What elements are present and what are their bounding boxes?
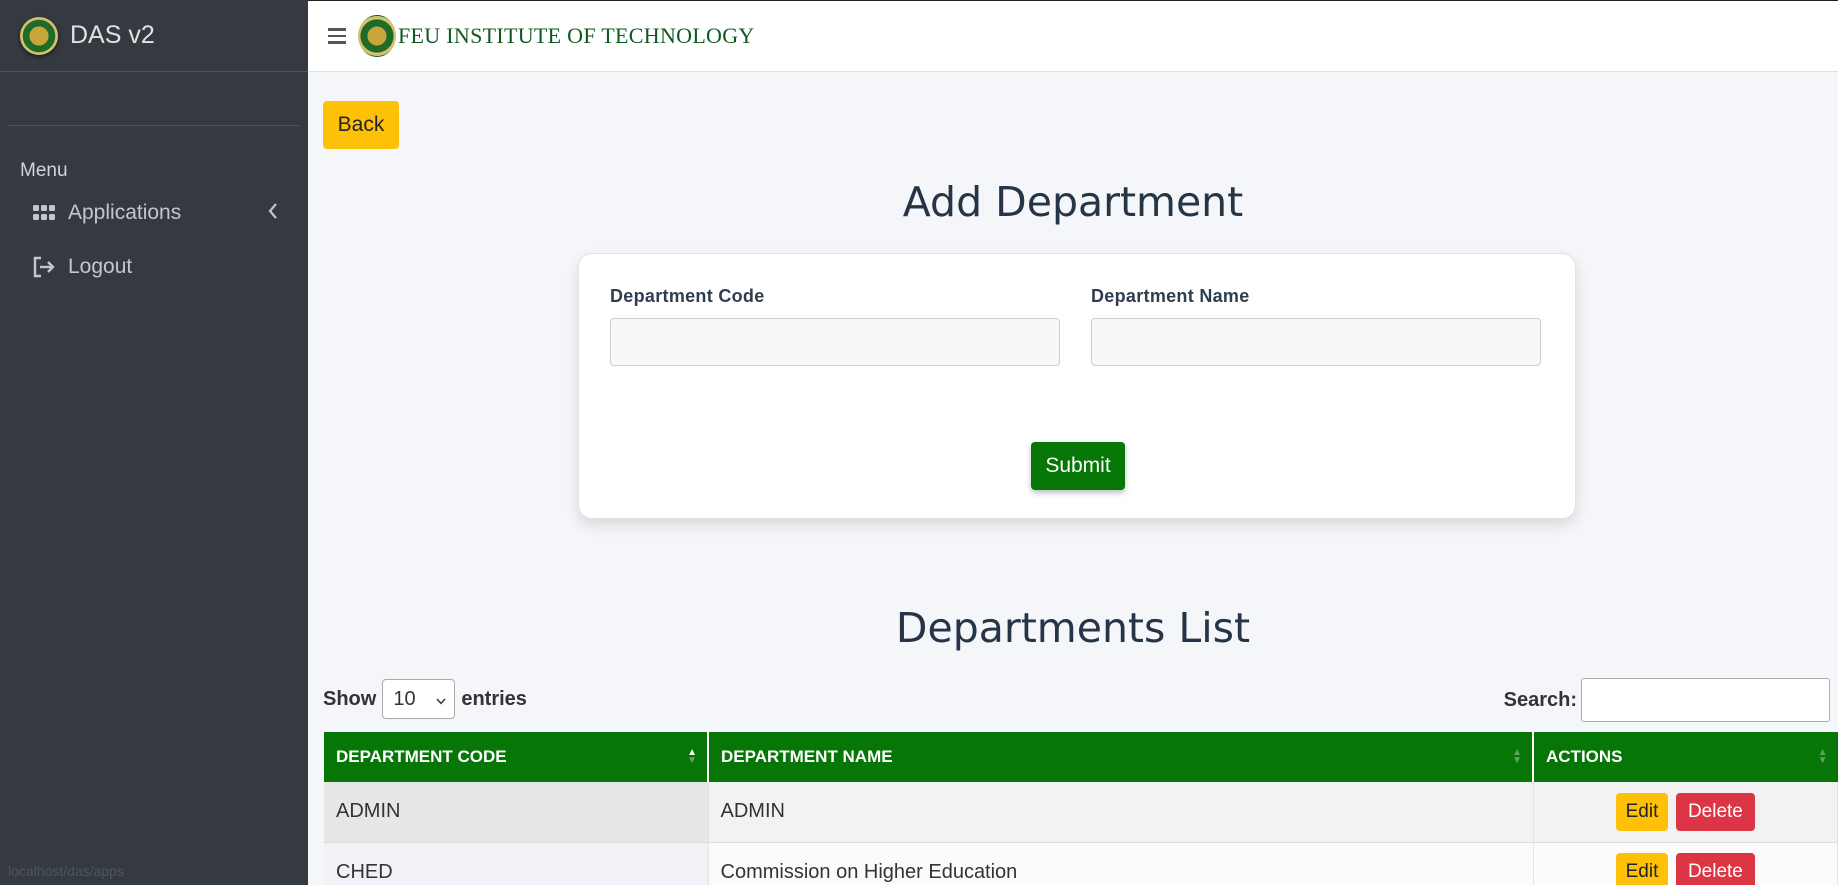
department-name-input[interactable] xyxy=(1091,318,1541,366)
delete-button[interactable]: Delete xyxy=(1675,853,1755,885)
department-code-group: Department Code xyxy=(610,286,1060,366)
sidebar: DAS v2 Menu Applications Logout localhos… xyxy=(0,0,308,885)
column-header-department-name[interactable]: DEPARTMENT NAME ▲ ▼ xyxy=(708,732,1534,782)
search-label: Search: xyxy=(1503,688,1577,711)
entries-select[interactable]: 10 xyxy=(382,679,456,719)
table-row: CHED Commission on Higher Education Edit… xyxy=(324,842,1838,885)
table-row: ADMIN ADMIN Edit Delete xyxy=(324,782,1838,843)
show-label: Show xyxy=(323,687,377,710)
department-name-group: Department Name xyxy=(1091,286,1541,366)
logout-icon xyxy=(30,256,58,278)
cell-actions: Edit Delete xyxy=(1533,782,1838,843)
table-search: Search: xyxy=(1504,678,1830,722)
submit-button[interactable]: Submit xyxy=(1031,442,1125,490)
brand-title: DAS v2 xyxy=(70,21,155,49)
sidebar-item-logout[interactable]: Logout xyxy=(0,240,308,294)
feu-seal-logo xyxy=(20,16,58,55)
sidebar-item-label: Logout xyxy=(68,255,133,278)
sort-icon: ▲ ▼ xyxy=(1817,747,1828,766)
cell-department-code: CHED xyxy=(324,842,709,885)
status-bar-url: localhost/das/apps xyxy=(8,863,124,879)
chevron-left-icon xyxy=(268,201,278,225)
institution-name: FEU INSTITUTE OF TECHNOLOGY xyxy=(398,23,755,48)
department-name-label: Department Name xyxy=(1091,286,1250,306)
add-department-form: Department Code Department Name Submit xyxy=(578,253,1576,519)
show-entries-control: Show 10 entries xyxy=(323,679,527,719)
edit-button[interactable]: Edit xyxy=(1615,853,1669,885)
column-header-department-code[interactable]: DEPARTMENT CODE ▲ ▼ xyxy=(324,732,709,782)
sort-asc-icon: ▲ ▼ xyxy=(687,747,697,766)
cell-actions: Edit Delete xyxy=(1533,842,1838,885)
menu-header: Menu xyxy=(20,160,68,181)
department-code-label: Department Code xyxy=(610,286,765,306)
edit-button[interactable]: Edit xyxy=(1615,792,1669,831)
department-code-input[interactable] xyxy=(610,318,1060,366)
back-button[interactable]: Back xyxy=(323,101,399,149)
chevron-down-icon xyxy=(436,688,446,711)
hamburger-menu-icon[interactable] xyxy=(328,28,346,44)
search-input[interactable] xyxy=(1581,678,1830,722)
sidebar-item-label: Applications xyxy=(68,201,182,224)
cell-department-name: Commission on Higher Education xyxy=(708,842,1534,885)
cell-department-code: ADMIN xyxy=(324,782,709,843)
column-header-actions[interactable]: ACTIONS ▲ ▼ xyxy=(1533,732,1838,782)
page-title-departments-list: Departments List xyxy=(895,604,1251,652)
sidebar-item-applications[interactable]: Applications xyxy=(0,186,308,240)
top-navbar: FEU INSTITUTE OF TECHNOLOGY xyxy=(308,0,1838,72)
sort-icon: ▲ ▼ xyxy=(1512,747,1522,766)
main-content: Back Add Department Department Code Depa… xyxy=(308,72,1838,885)
cell-department-name: ADMIN xyxy=(708,782,1534,843)
brand-link[interactable]: DAS v2 xyxy=(0,0,308,72)
user-panel xyxy=(8,72,300,126)
page-title-add-department: Add Department xyxy=(902,178,1244,226)
delete-button[interactable]: Delete xyxy=(1675,792,1755,831)
entries-value: 10 xyxy=(393,687,416,710)
apps-grid-icon xyxy=(30,205,58,221)
entries-label: entries xyxy=(461,687,527,710)
feu-seal-logo xyxy=(358,15,396,57)
departments-table: DEPARTMENT CODE ▲ ▼ DEPARTMENT NAME ▲ ▼ AC… xyxy=(324,732,1838,885)
